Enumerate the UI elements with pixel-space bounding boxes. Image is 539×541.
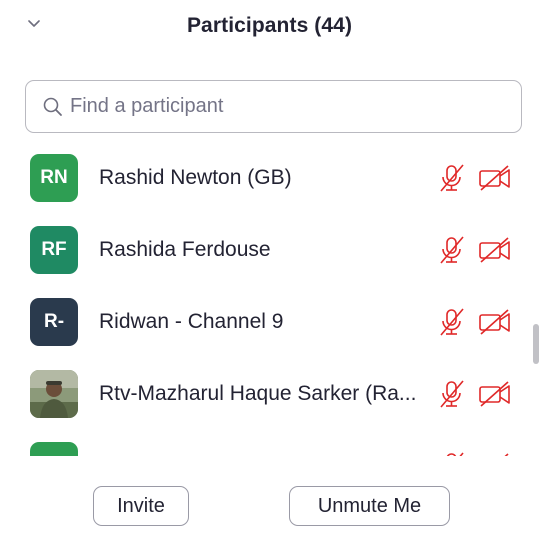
participant-row[interactable] — [0, 430, 520, 456]
avatar-initials: RF — [41, 239, 67, 260]
video-off-icon[interactable] — [478, 452, 512, 456]
participant-row[interactable]: RF Rashida Ferdouse — [0, 214, 520, 286]
avatar: RN — [30, 154, 78, 202]
participant-row[interactable]: RN Rashid Newton (GB) — [0, 142, 520, 214]
mic-muted-icon[interactable] — [438, 379, 466, 409]
avatar: R- — [30, 298, 78, 346]
participant-row[interactable]: R- Ridwan - Channel 9 — [0, 286, 520, 358]
avatar: RF — [30, 226, 78, 274]
avatar — [30, 442, 78, 456]
mic-muted-icon[interactable] — [438, 307, 466, 337]
profile-photo — [30, 370, 78, 418]
mic-muted-icon[interactable] — [438, 235, 466, 265]
participant-name: Ridwan - Channel 9 — [99, 310, 284, 333]
search-box[interactable] — [25, 80, 522, 133]
participants-panel: Participants (44) RN Rashid Newton (GB) — [0, 0, 539, 541]
scrollbar-thumb[interactable] — [533, 324, 539, 364]
participant-name: Rashida Ferdouse — [99, 238, 271, 261]
mic-muted-icon[interactable] — [438, 451, 466, 456]
invite-button[interactable]: Invite — [93, 486, 189, 526]
video-off-icon[interactable] — [478, 164, 512, 192]
scrollbar-track[interactable] — [531, 140, 539, 456]
search-input[interactable] — [70, 95, 500, 118]
participant-list: RN Rashid Newton (GB) RF Rashida Ferdous… — [0, 140, 530, 456]
avatar-initials: R- — [43, 311, 65, 332]
avatar-photo — [30, 370, 78, 418]
video-off-icon[interactable] — [478, 236, 512, 264]
mic-muted-icon[interactable] — [438, 163, 466, 193]
search-icon — [43, 97, 62, 116]
video-off-icon[interactable] — [478, 308, 512, 336]
unmute-me-button[interactable]: Unmute Me — [289, 486, 450, 526]
participant-name: Rtv-Mazharul Haque Sarker (Ra... — [99, 382, 417, 405]
video-off-icon[interactable] — [478, 380, 512, 408]
participant-row[interactable]: Rtv-Mazharul Haque Sarker (Ra... — [0, 358, 520, 430]
participant-name: Rashid Newton (GB) — [99, 166, 292, 189]
panel-title: Participants (44) — [186, 14, 353, 37]
avatar-initials: RN — [40, 167, 68, 188]
